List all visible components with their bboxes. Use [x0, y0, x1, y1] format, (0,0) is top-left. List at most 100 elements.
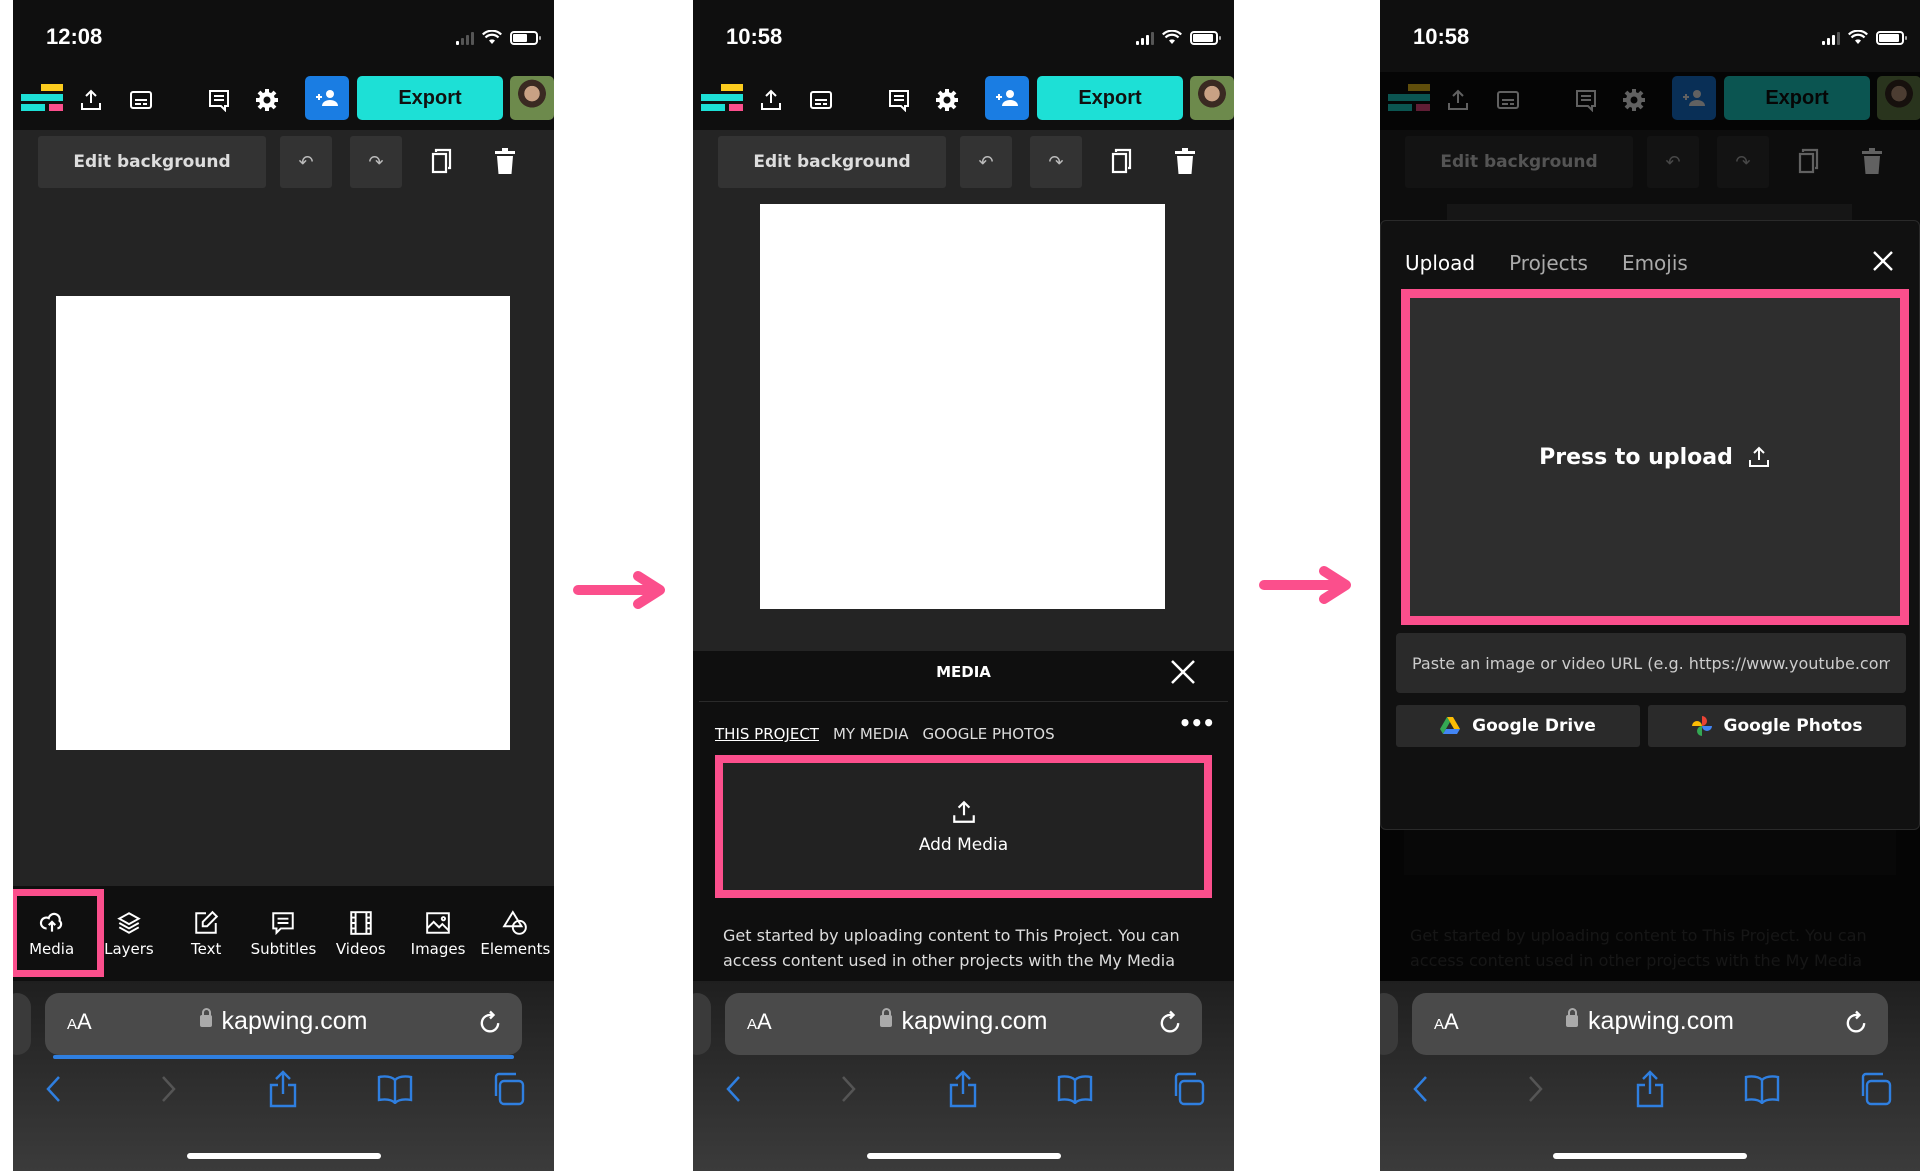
google-photos-label: Google Photos	[1723, 716, 1863, 736]
tabs-icon[interactable]	[490, 1069, 526, 1109]
tabs-icon[interactable]	[1857, 1069, 1893, 1109]
share-icon[interactable]	[1632, 1069, 1668, 1109]
tab-this-project[interactable]: THIS PROJECT	[715, 725, 819, 743]
app-header: Export	[693, 72, 1234, 130]
media-description: Get started by uploading content to This…	[723, 926, 1180, 970]
tab-emojis[interactable]: Emojis	[1622, 251, 1688, 275]
back-icon[interactable]	[1402, 1069, 1438, 1109]
project-canvas[interactable]	[760, 204, 1165, 609]
phone-screen-2: 10:58 Export Edit background ↶ ↷ MEDIA •…	[693, 0, 1234, 1171]
tool-subtitles[interactable]: Subtitles	[245, 886, 322, 982]
close-icon[interactable]	[1168, 657, 1198, 687]
user-avatar[interactable]	[510, 76, 554, 120]
edit-background-button[interactable]: Edit background	[718, 136, 946, 188]
add-media-button[interactable]: Add Media	[715, 755, 1212, 898]
undo-button[interactable]: ↶	[280, 136, 332, 188]
previous-tab-edge[interactable]	[1380, 993, 1398, 1055]
redo-button[interactable]: ↷	[1030, 136, 1082, 188]
address-bar[interactable]: AA kapwing.com	[725, 993, 1202, 1055]
address-bar[interactable]: AA kapwing.com	[45, 993, 522, 1059]
user-avatar[interactable]	[1190, 76, 1234, 120]
forward-icon[interactable]	[831, 1069, 867, 1109]
google-photos-icon	[1691, 716, 1712, 736]
status-time: 12:08	[46, 24, 103, 49]
address-bar[interactable]: AA kapwing.com	[1412, 993, 1888, 1055]
comments-icon[interactable]	[885, 86, 913, 114]
upload-panel: Upload Projects Emojis Press to upload G…	[1380, 220, 1920, 830]
url-text: kapwing.com	[45, 1007, 522, 1036]
settings-gear-icon[interactable]	[253, 86, 281, 114]
tool-label: Subtitles	[250, 940, 317, 958]
forward-icon[interactable]	[151, 1069, 187, 1109]
edit-toolbar: Edit background ↶ ↷	[13, 130, 554, 200]
export-button[interactable]: Export	[1037, 76, 1183, 120]
delete-trash-icon[interactable]	[1171, 146, 1199, 176]
reload-icon[interactable]	[1842, 1007, 1870, 1037]
back-icon[interactable]	[715, 1069, 751, 1109]
captions-icon[interactable]	[807, 86, 835, 114]
settings-gear-icon[interactable]	[933, 86, 961, 114]
previous-tab-edge[interactable]	[13, 993, 31, 1055]
project-canvas[interactable]	[56, 296, 510, 750]
tab-google-photos[interactable]: GOOGLE PHOTOS	[923, 725, 1055, 743]
duplicate-icon[interactable]	[428, 146, 456, 176]
tool-elements[interactable]: Elements	[477, 886, 554, 982]
app-header: Export	[13, 72, 554, 130]
google-drive-button[interactable]: Google Drive	[1396, 705, 1640, 747]
delete-trash-icon[interactable]	[491, 146, 519, 176]
export-button[interactable]: Export	[357, 76, 503, 120]
tool-images[interactable]: Images	[399, 886, 476, 982]
arrow-right-icon	[1259, 566, 1351, 604]
reload-icon[interactable]	[1156, 1007, 1184, 1037]
tab-projects[interactable]: Projects	[1509, 251, 1588, 275]
previous-tab-edge[interactable]	[693, 993, 711, 1055]
tool-text[interactable]: Text	[168, 886, 245, 982]
share-icon[interactable]	[265, 1069, 301, 1109]
kapwing-logo[interactable]	[701, 84, 745, 116]
invite-collaborator-button[interactable]	[985, 76, 1029, 120]
media-url-input[interactable]	[1396, 633, 1906, 693]
share-icon[interactable]	[945, 1069, 981, 1109]
undo-button[interactable]: ↶	[960, 136, 1012, 188]
media-panel-title: MEDIA	[936, 663, 991, 681]
tabs-icon[interactable]	[1170, 1069, 1206, 1109]
media-panel: MEDIA ••• THIS PROJECT MY MEDIA GOOGLE P…	[693, 651, 1234, 981]
bookmarks-icon[interactable]	[377, 1069, 413, 1109]
back-icon[interactable]	[35, 1069, 71, 1109]
safari-toolbar: AA kapwing.com	[693, 981, 1234, 1171]
tab-upload[interactable]: Upload	[1405, 251, 1475, 275]
google-drive-icon	[1440, 717, 1461, 734]
url-domain: kapwing.com	[1588, 1007, 1734, 1035]
arrow-right-icon	[573, 571, 665, 609]
forward-icon[interactable]	[1518, 1069, 1554, 1109]
more-options-icon[interactable]: •••	[1179, 711, 1215, 735]
comments-icon[interactable]	[205, 86, 233, 114]
reload-icon[interactable]	[476, 1007, 504, 1037]
tool-media[interactable]: Media	[13, 886, 104, 982]
captions-icon[interactable]	[127, 86, 155, 114]
phone-screen-3: 10:58 Export Edit background ↶ ↷	[1380, 0, 1920, 1171]
bookmarks-icon[interactable]	[1744, 1069, 1780, 1109]
upload-icon[interactable]	[757, 86, 785, 114]
url-text: kapwing.com	[1412, 1007, 1888, 1036]
layers-icon	[117, 912, 141, 934]
upload-icon[interactable]	[77, 86, 105, 114]
close-icon[interactable]	[1871, 249, 1895, 273]
edit-background-button[interactable]: Edit background	[38, 136, 266, 188]
kapwing-logo[interactable]	[21, 84, 65, 116]
google-photos-button[interactable]: Google Photos	[1648, 705, 1906, 747]
status-time: 10:58	[1413, 24, 1470, 49]
bookmarks-icon[interactable]	[1057, 1069, 1093, 1109]
tool-videos[interactable]: Videos	[322, 886, 399, 982]
wifi-icon	[482, 30, 502, 44]
tab-my-media[interactable]: MY MEDIA	[833, 725, 909, 743]
press-to-upload-button[interactable]: Press to upload	[1401, 289, 1909, 625]
duplicate-icon[interactable]	[1108, 146, 1136, 176]
invite-collaborator-button[interactable]	[305, 76, 349, 120]
bottom-tool-bar: Media Layers Text Subtitles Videos Image…	[13, 886, 554, 982]
home-indicator	[866, 1153, 1061, 1159]
url-domain: kapwing.com	[221, 1007, 368, 1035]
redo-button[interactable]: ↷	[350, 136, 402, 188]
url-text: kapwing.com	[725, 1007, 1202, 1036]
upload-tabs: Upload Projects Emojis	[1405, 251, 1688, 275]
